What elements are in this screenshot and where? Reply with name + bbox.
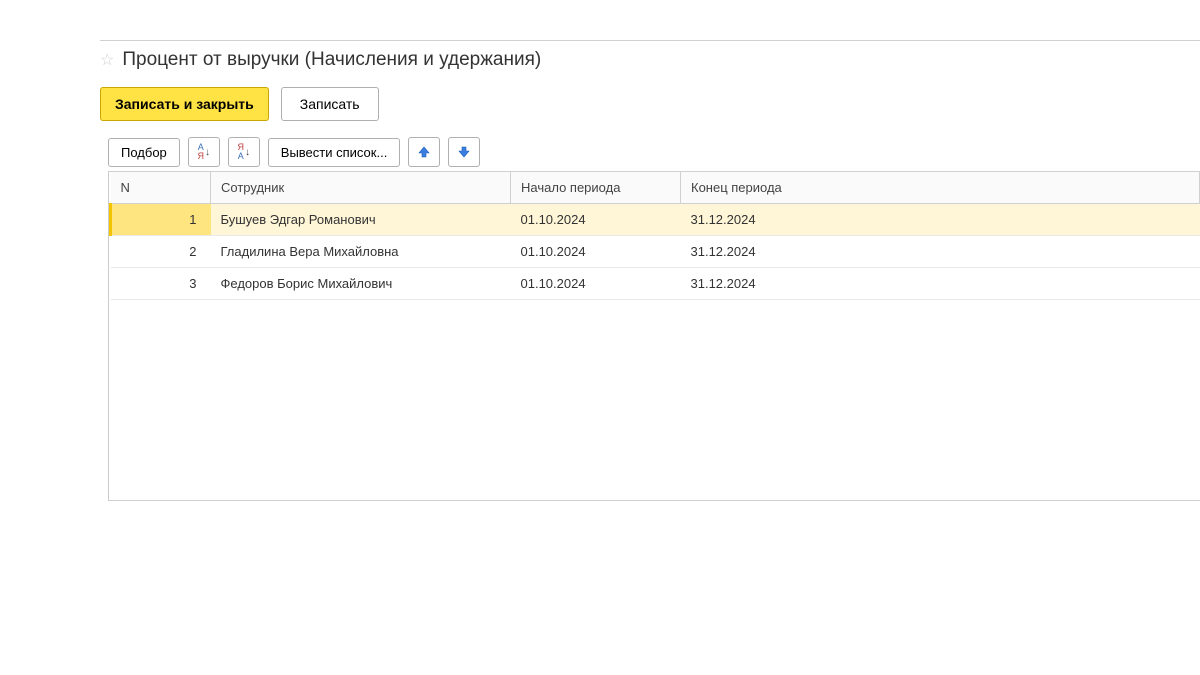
cell-start[interactable]: 01.10.2024 [511,268,681,300]
cell-start[interactable]: 01.10.2024 [511,204,681,236]
move-up-button[interactable] [408,137,440,167]
arrow-up-icon [417,145,431,159]
move-down-button[interactable] [448,137,480,167]
col-header-start[interactable]: Начало периода [511,172,681,204]
toolbar-main: Записать и закрыть Записать [100,87,1200,121]
cell-employee[interactable]: Гладилина Вера Михайловна [211,236,511,268]
sort-asc-button[interactable]: АЯ ↓ [188,137,220,167]
table-header-row: N Сотрудник Начало периода Конец периода [111,172,1200,204]
col-header-end[interactable]: Конец периода [681,172,1200,204]
page-title: Процент от выручки (Начисления и удержан… [122,49,541,71]
down-arrow-icon: ↓ [245,147,250,158]
down-arrow-icon: ↓ [205,147,210,158]
col-header-n[interactable]: N [111,172,211,204]
export-list-button[interactable]: Вывести список... [268,138,401,167]
toolbar-table: Подбор АЯ ↓ ЯА ↓ Вывести список... [108,137,1200,167]
cell-n[interactable]: 1 [111,204,211,236]
cell-employee[interactable]: Бушуев Эдгар Романович [211,204,511,236]
favorite-star-icon[interactable]: ☆ [100,50,114,70]
col-header-employee[interactable]: Сотрудник [211,172,511,204]
arrow-down-icon [457,145,471,159]
cell-n[interactable]: 2 [111,236,211,268]
selection-button[interactable]: Подбор [108,138,180,167]
cell-start[interactable]: 01.10.2024 [511,236,681,268]
save-button[interactable]: Записать [281,87,379,121]
cell-n[interactable]: 3 [111,268,211,300]
cell-employee[interactable]: Федоров Борис Михайлович [211,268,511,300]
table-row[interactable]: 1Бушуев Эдгар Романович01.10.202431.12.2… [111,204,1200,236]
sort-desc-icon: ЯА [238,143,245,161]
table-row[interactable]: 2Гладилина Вера Михайловна01.10.202431.1… [111,236,1200,268]
cell-end[interactable]: 31.12.2024 [681,268,1200,300]
table-row[interactable]: 3Федоров Борис Михайлович01.10.202431.12… [111,268,1200,300]
save-and-close-button[interactable]: Записать и закрыть [100,87,269,121]
sort-asc-icon: АЯ [198,143,205,161]
cell-end[interactable]: 31.12.2024 [681,204,1200,236]
employee-table[interactable]: N Сотрудник Начало периода Конец периода… [109,172,1200,300]
data-grid-container: N Сотрудник Начало периода Конец периода… [108,171,1200,501]
sort-desc-button[interactable]: ЯА ↓ [228,137,260,167]
cell-end[interactable]: 31.12.2024 [681,236,1200,268]
title-bar: ☆ Процент от выручки (Начисления и удерж… [100,49,1200,71]
